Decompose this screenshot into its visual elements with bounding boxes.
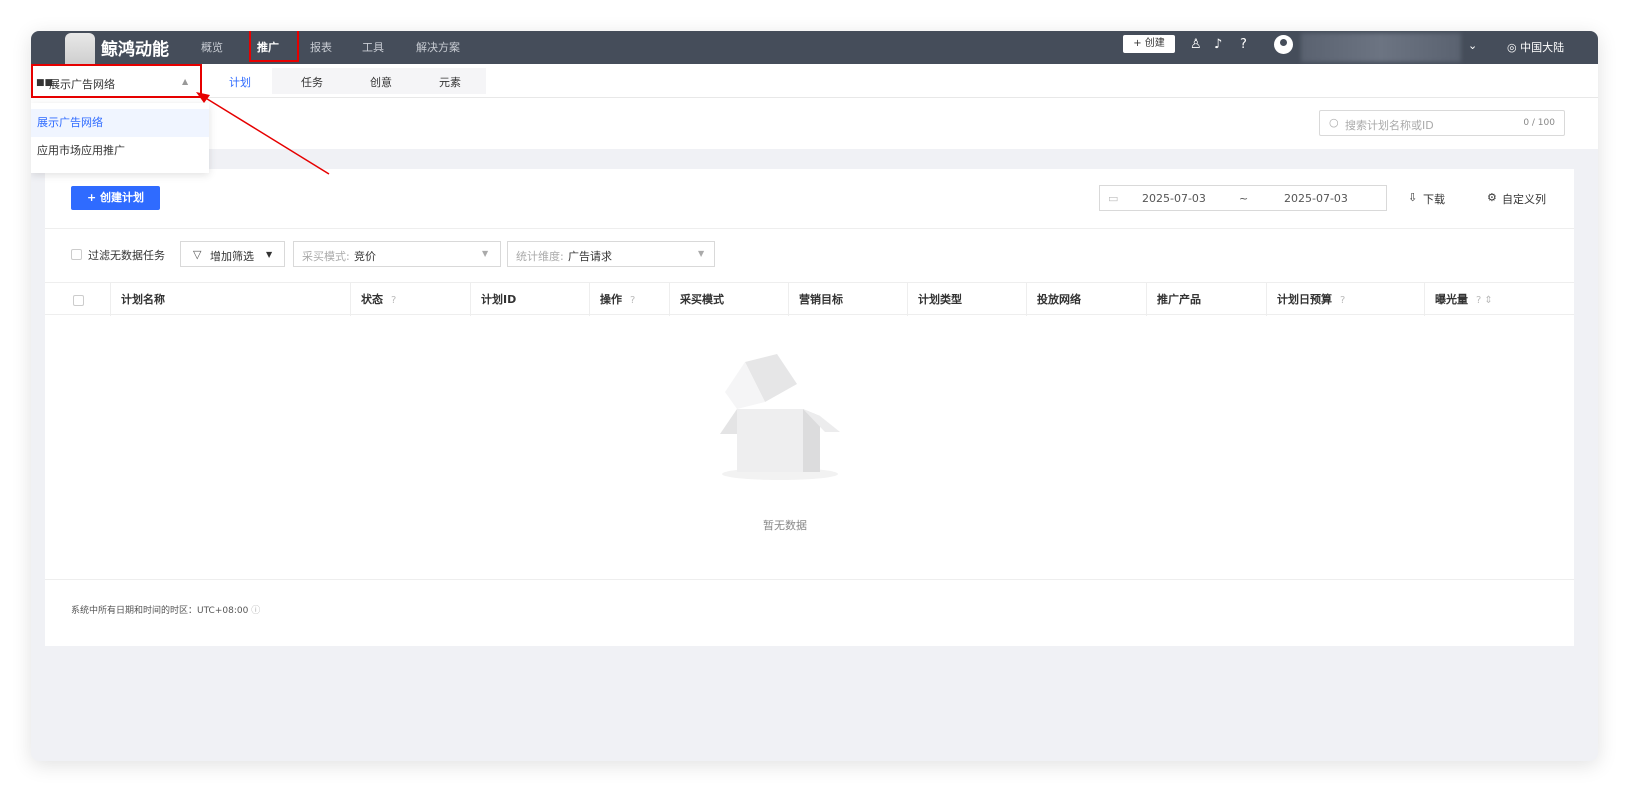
tab-element[interactable]: 元素 (439, 74, 461, 90)
timezone-note-text: 系统中所有日期和时间的时区：UTC+08:00 (71, 606, 249, 616)
help-icon[interactable]: ? (1240, 37, 1247, 52)
column-label: 计划ID (481, 293, 517, 306)
download-icon[interactable]: ⇩ (1408, 191, 1417, 204)
column-label: 操作 (600, 293, 622, 306)
filter-no-data-checkbox[interactable] (71, 249, 82, 260)
date-start[interactable]: 2025-07-03 (1142, 192, 1206, 205)
help-icon[interactable]: ? (391, 295, 396, 306)
settings-gear-icon[interactable]: ⚙ (1487, 191, 1497, 204)
search-placeholder: 搜索计划名称或ID (1345, 119, 1434, 132)
table-header: 计划名称 状态? 计划ID 操作? 采买模式 营销目标 计划类型 投放网络 推广… (45, 282, 1574, 316)
add-filter-button[interactable]: ▽ 增加筛选 ▼ (180, 241, 285, 267)
column-label: 计划类型 (918, 293, 962, 306)
column-label: 计划日预算 (1277, 293, 1332, 306)
column-label: 计划名称 (121, 293, 165, 306)
date-range-picker[interactable]: ▭ 2025-07-03 ~ 2025-07-03 (1099, 185, 1387, 211)
app-window: 鲸鸿动能 概览 推广 报表 工具 解决方案 + 创建 ♙ ♪ ? ⌄ ◎ 中国大… (31, 31, 1598, 761)
column-delivery-network[interactable]: 投放网络 (1027, 283, 1147, 316)
stat-dimension-label: 统计维度: (516, 250, 564, 263)
buy-mode-label: 采买模式: (302, 250, 350, 263)
search-char-count: 0 / 100 (1523, 118, 1555, 128)
user-name-blurred (1301, 33, 1461, 62)
column-label: 营销目标 (799, 293, 843, 306)
stat-dimension-select[interactable]: 统计维度: 广告请求 ▼ (507, 241, 715, 267)
customize-columns-button[interactable]: 自定义列 (1502, 191, 1546, 207)
column-plan-type[interactable]: 计划类型 (908, 283, 1027, 316)
calendar-icon: ▭ (1108, 192, 1119, 205)
create-button[interactable]: + 创建 (1123, 35, 1175, 53)
help-icon[interactable]: ? (1340, 295, 1345, 306)
date-end[interactable]: 2025-07-03 (1284, 192, 1348, 205)
annotation-arrow (196, 92, 330, 175)
wallet-icon[interactable]: ♙ (1190, 37, 1202, 52)
user-menu-chevron-icon[interactable]: ⌄ (1468, 39, 1477, 52)
help-icon[interactable]: ? (630, 295, 635, 306)
column-plan-name[interactable]: 计划名称 (111, 283, 351, 316)
column-daily-budget[interactable]: 计划日预算? (1267, 283, 1425, 316)
column-operation[interactable]: 操作? (590, 283, 670, 316)
help-icon[interactable]: ? (1476, 295, 1481, 306)
caret-down-icon: ▼ (482, 249, 489, 258)
download-button[interactable]: 下载 (1423, 191, 1445, 207)
filter-row: 过滤无数据任务 ▽ 增加筛选 ▼ 采买模式: 竞价 ▼ 统计维度: 广告请求 ▼ (45, 241, 1574, 267)
caret-down-icon: ▼ (266, 250, 273, 259)
stat-dimension-value: 广告请求 (568, 250, 612, 263)
plan-list-card: + 创建计划 ▭ 2025-07-03 ~ 2025-07-03 ⇩ 下载 ⚙ … (45, 169, 1574, 646)
column-buy-mode[interactable]: 采买模式 (670, 283, 789, 316)
empty-box-illustration (720, 354, 840, 480)
column-label: 曝光量 (1435, 293, 1468, 306)
buy-mode-value: 竞价 (354, 250, 376, 263)
add-filter-label: 增加筛选 (210, 250, 254, 263)
column-marketing-goal[interactable]: 营销目标 (789, 283, 908, 316)
column-label: 采买模式 (680, 293, 724, 306)
help-icon[interactable]: ⓘ (251, 606, 260, 616)
select-all-checkbox[interactable] (73, 294, 84, 306)
column-label: 投放网络 (1037, 293, 1081, 306)
column-promoted-product[interactable]: 推广产品 (1147, 283, 1267, 316)
buy-mode-select[interactable]: 采买模式: 竞价 ▼ (293, 241, 501, 267)
divider (45, 579, 1574, 580)
sort-icon[interactable]: ⇕ (1484, 295, 1492, 306)
filter-no-data-label: 过滤无数据任务 (88, 249, 165, 262)
column-status[interactable]: 状态? (351, 283, 471, 316)
column-label: 推广产品 (1157, 293, 1201, 306)
plan-search-input[interactable]: ○ 搜索计划名称或ID 0 / 100 (1319, 110, 1565, 136)
empty-state-text: 暂无数据 (763, 519, 807, 532)
region-selector[interactable]: ◎ 中国大陆 (1507, 39, 1564, 55)
timezone-note: 系统中所有日期和时间的时区：UTC+08:00 ⓘ (71, 603, 260, 616)
column-label: 状态 (361, 293, 383, 306)
filter-icon: ▽ (193, 248, 202, 261)
column-impressions[interactable]: 曝光量? ⇕ (1425, 283, 1574, 316)
notification-bell-icon[interactable]: ♪ (1214, 37, 1222, 52)
select-all-cell (45, 283, 111, 316)
user-avatar[interactable] (1274, 35, 1293, 54)
column-plan-id[interactable]: 计划ID (471, 283, 590, 316)
caret-down-icon: ▼ (698, 249, 705, 258)
search-icon: ○ (1329, 116, 1339, 129)
date-separator: ~ (1239, 192, 1249, 205)
